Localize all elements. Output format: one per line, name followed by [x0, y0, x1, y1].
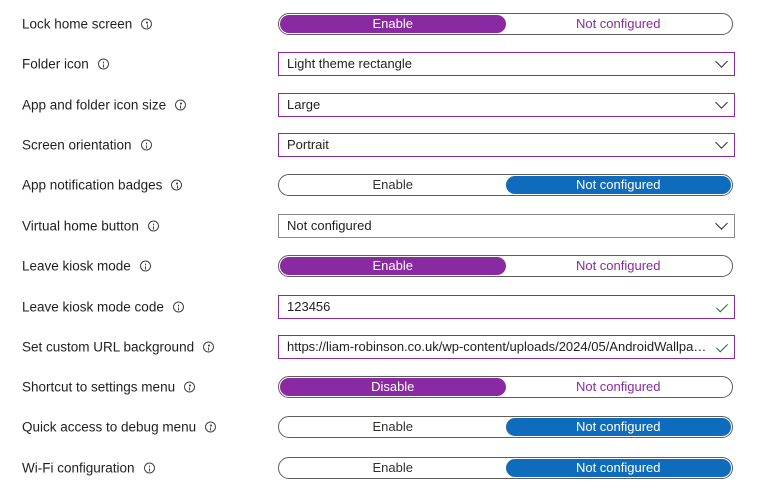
wifi-configuration-toggle: Enable Not configured — [278, 457, 733, 479]
info-icon[interactable] — [143, 462, 155, 474]
setting-row-shortcut-settings-menu: Shortcut to settings menu Disable Not co… — [0, 367, 768, 407]
info-icon[interactable] — [147, 220, 159, 232]
info-icon[interactable] — [141, 18, 153, 30]
setting-label: Screen orientation — [22, 138, 152, 153]
toggle-option-enable[interactable]: Enable — [280, 459, 506, 477]
info-icon[interactable] — [205, 421, 217, 433]
info-icon[interactable] — [203, 341, 215, 353]
virtual-home-button-dropdown[interactable]: Not configured — [278, 214, 735, 238]
toggle-option-enable[interactable]: Enable — [280, 176, 506, 194]
custom-url-background-input[interactable]: https://liam-robinson.co.uk/wp-content/u… — [278, 335, 735, 359]
setting-label: Shortcut to settings menu — [22, 380, 196, 395]
toggle-option-not-configured[interactable]: Not configured — [505, 176, 731, 194]
toggle-option-not-configured[interactable]: Not configured — [506, 257, 732, 275]
info-icon[interactable] — [171, 179, 183, 191]
checkmark-icon — [715, 340, 729, 353]
setting-label: App notification badges — [22, 178, 183, 193]
setting-label: Virtual home button — [22, 219, 159, 234]
setting-label: Quick access to debug menu — [22, 420, 217, 435]
info-icon[interactable] — [140, 139, 152, 151]
toggle-option-enable[interactable]: Enable — [280, 15, 506, 33]
setting-label: App and folder icon size — [22, 98, 187, 113]
toggle-option-disable[interactable]: Disable — [280, 378, 506, 396]
shortcut-settings-menu-toggle: Disable Not configured — [278, 376, 733, 398]
toggle-option-not-configured[interactable]: Not configured — [506, 378, 732, 396]
setting-row-custom-url-background: Set custom URL background https://liam-r… — [0, 327, 768, 367]
checkmark-icon — [715, 300, 729, 313]
setting-row-folder-icon: Folder icon Light theme rectangle — [0, 44, 768, 84]
setting-label: Set custom URL background — [22, 340, 215, 355]
setting-row-virtual-home-button: Virtual home button Not configured — [0, 206, 768, 246]
chevron-down-icon — [715, 136, 728, 149]
setting-row-notification-badges: App notification badges Enable Not confi… — [0, 165, 768, 205]
setting-row-wifi-configuration: Wi-Fi configuration Enable Not configure… — [0, 448, 768, 488]
debug-menu-toggle: Enable Not configured — [278, 416, 733, 438]
info-icon[interactable] — [97, 58, 109, 70]
folder-icon-dropdown[interactable]: Light theme rectangle — [278, 52, 735, 76]
info-icon[interactable] — [172, 301, 184, 313]
notification-badges-toggle: Enable Not configured — [278, 174, 733, 196]
info-icon[interactable] — [139, 260, 151, 272]
toggle-option-enable[interactable]: Enable — [280, 418, 506, 436]
leave-kiosk-mode-toggle: Enable Not configured — [278, 255, 733, 277]
info-icon[interactable] — [184, 381, 196, 393]
screen-orientation-dropdown[interactable]: Portrait — [278, 133, 735, 157]
setting-label: Leave kiosk mode — [22, 259, 151, 274]
setting-row-lock-home-screen: Lock home screen Enable Not configured — [0, 4, 768, 44]
chevron-down-icon — [715, 55, 728, 68]
setting-row-screen-orientation: Screen orientation Portrait — [0, 125, 768, 165]
chevron-down-icon — [715, 217, 728, 230]
toggle-option-not-configured[interactable]: Not configured — [506, 15, 732, 33]
leave-kiosk-code-input[interactable]: 123456 — [278, 295, 735, 319]
icon-size-dropdown[interactable]: Large — [278, 93, 735, 117]
toggle-option-not-configured[interactable]: Not configured — [505, 459, 731, 477]
setting-row-icon-size: App and folder icon size Large — [0, 85, 768, 125]
setting-row-leave-kiosk-mode: Leave kiosk mode Enable Not configured — [0, 246, 768, 286]
setting-row-debug-menu: Quick access to debug menu Enable Not co… — [0, 407, 768, 447]
setting-label: Wi-Fi configuration — [22, 461, 155, 476]
setting-label: Lock home screen — [22, 17, 153, 32]
setting-label: Folder icon — [22, 57, 109, 72]
setting-row-leave-kiosk-code: Leave kiosk mode code 123456 — [0, 287, 768, 327]
toggle-option-not-configured[interactable]: Not configured — [505, 418, 731, 436]
info-icon[interactable] — [175, 99, 187, 111]
lock-home-screen-toggle: Enable Not configured — [278, 13, 733, 35]
chevron-down-icon — [715, 96, 728, 109]
toggle-option-enable[interactable]: Enable — [280, 257, 506, 275]
setting-label: Leave kiosk mode code — [22, 300, 184, 315]
